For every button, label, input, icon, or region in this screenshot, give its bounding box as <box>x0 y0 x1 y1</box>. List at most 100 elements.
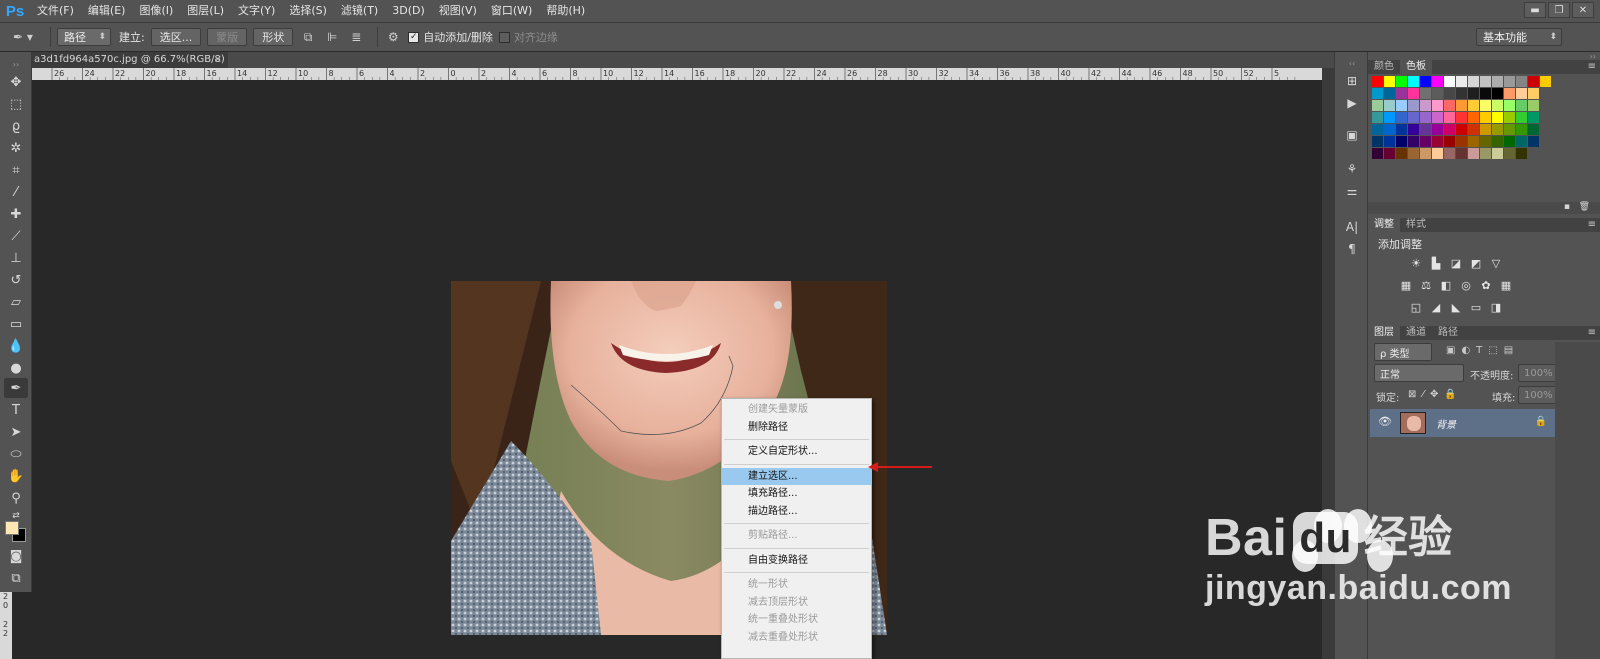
pen-tool-preset-icon[interactable]: ✒ ▾ <box>8 28 38 46</box>
color-swatch[interactable] <box>1384 88 1395 99</box>
color-swatch[interactable] <box>1420 100 1431 111</box>
menu-item-1[interactable]: 编辑(E) <box>81 0 133 22</box>
color-swatch[interactable] <box>1432 112 1443 123</box>
brush-panel-icon[interactable]: ⚘ <box>1341 160 1363 178</box>
color-swatch[interactable] <box>1408 136 1419 147</box>
path-operations-icon[interactable]: ⧉ <box>299 28 317 46</box>
color-swatch[interactable] <box>1444 100 1455 111</box>
tab-styles[interactable]: 样式 <box>1400 218 1432 232</box>
black-white-icon[interactable]: ◧ <box>1438 278 1454 292</box>
screen-mode-icon[interactable]: ⧉ <box>4 568 28 588</box>
context-menu-item[interactable]: 减去顶层形状 <box>722 594 871 612</box>
move-tool-icon[interactable]: ✥ <box>4 72 28 92</box>
color-swatch[interactable] <box>1444 88 1455 99</box>
context-menu-item[interactable]: 创建矢量蒙版 <box>722 401 871 419</box>
color-swatch[interactable] <box>1468 124 1479 135</box>
context-menu-item[interactable]: 建立选区... <box>722 467 871 485</box>
color-swatch[interactable] <box>1444 124 1455 135</box>
gear-icon[interactable]: ⚙ <box>384 28 402 46</box>
color-swatch[interactable] <box>1468 112 1479 123</box>
color-swatch[interactable] <box>1444 136 1455 147</box>
panel-menu-icon[interactable]: ≡ <box>1588 326 1596 340</box>
blend-mode-select[interactable]: 正常 <box>1374 364 1464 382</box>
minimize-button[interactable]: ▬ <box>1524 2 1546 18</box>
eyedropper-tool-icon[interactable]: ⁄ <box>4 182 28 202</box>
color-swatch[interactable] <box>1480 124 1491 135</box>
color-swatch[interactable] <box>1372 88 1383 99</box>
color-swatch[interactable] <box>1396 88 1407 99</box>
color-swatch[interactable] <box>1468 148 1479 159</box>
dodge-tool-icon[interactable]: ● <box>4 358 28 378</box>
context-menu-item[interactable]: 统一形状 <box>722 576 871 594</box>
color-swatch[interactable] <box>1468 76 1479 87</box>
color-swatch[interactable] <box>1432 88 1443 99</box>
document-tab[interactable]: a3d1fd964a570c.jpg @ 66.7%(RGB/8) * × <box>32 52 233 68</box>
color-swatch[interactable] <box>1396 76 1407 87</box>
workspace-select[interactable]: 基本功能 <box>1476 28 1562 46</box>
color-swatch[interactable] <box>1492 100 1503 111</box>
menu-item-5[interactable]: 选择(S) <box>282 0 334 22</box>
color-swatch[interactable] <box>1480 136 1491 147</box>
tab-paths[interactable]: 路径 <box>1432 326 1464 340</box>
color-swatch[interactable] <box>1504 88 1515 99</box>
color-swatch[interactable] <box>1408 76 1419 87</box>
color-swatch[interactable] <box>1444 112 1455 123</box>
color-swatch[interactable] <box>1516 88 1527 99</box>
new-swatch-icon[interactable]: ▪ <box>1564 202 1570 212</box>
color-swatch[interactable] <box>1468 136 1479 147</box>
menu-item-3[interactable]: 图层(L) <box>180 0 231 22</box>
menu-item-7[interactable]: 3D(D) <box>385 0 432 22</box>
color-swatch[interactable] <box>1492 112 1503 123</box>
make-shape-button[interactable]: 形状 <box>253 28 294 46</box>
color-swatch[interactable] <box>1528 112 1539 123</box>
menu-item-2[interactable]: 图像(I) <box>132 0 180 22</box>
context-menu-item[interactable]: 定义自定形状... <box>722 443 871 461</box>
eye-icon[interactable]: 👁 <box>1378 415 1392 428</box>
color-swatch[interactable] <box>1516 124 1527 135</box>
crop-tool-icon[interactable]: ⌗ <box>4 160 28 180</box>
pen-tool-icon[interactable]: ✒ <box>4 378 28 398</box>
trash-icon[interactable]: 🗑 <box>1579 202 1590 212</box>
color-swatch[interactable] <box>1456 100 1467 111</box>
color-swatch[interactable] <box>1372 148 1383 159</box>
color-swatch[interactable] <box>1384 136 1395 147</box>
clone-stamp-tool-icon[interactable]: ⊥ <box>4 248 28 268</box>
brightness-contrast-icon[interactable]: ☀ <box>1408 256 1424 270</box>
color-swatch[interactable] <box>1516 100 1527 111</box>
color-swatch[interactable] <box>1396 148 1407 159</box>
color-swatch[interactable] <box>1384 112 1395 123</box>
color-swatch[interactable] <box>1372 124 1383 135</box>
color-swatch[interactable] <box>1492 76 1503 87</box>
color-swatch[interactable] <box>1540 76 1551 87</box>
color-swatch[interactable] <box>1396 100 1407 111</box>
color-swatch[interactable] <box>1384 100 1395 111</box>
eraser-tool-icon[interactable]: ▱ <box>4 292 28 312</box>
context-menu-item[interactable]: 减去重叠处形状 <box>722 629 871 647</box>
panel-menu-icon[interactable]: ≡ <box>1588 60 1596 74</box>
color-swatch[interactable] <box>1516 136 1527 147</box>
curves-icon[interactable]: ◪ <box>1448 256 1464 270</box>
healing-brush-tool-icon[interactable]: ✚ <box>4 204 28 224</box>
ellipse-tool-icon[interactable]: ⬭ <box>4 444 28 464</box>
color-swatch[interactable] <box>1504 112 1515 123</box>
color-swatch[interactable] <box>1396 136 1407 147</box>
vibrance-icon[interactable]: ▽ <box>1488 256 1504 270</box>
gradient-map-icon[interactable]: ▭ <box>1468 300 1484 314</box>
color-swatch[interactable] <box>1528 88 1539 99</box>
tab-swatches[interactable]: 色板 <box>1400 60 1432 74</box>
history-panel-icon[interactable]: ⊞ <box>1341 72 1363 90</box>
menu-item-4[interactable]: 文字(Y) <box>231 0 282 22</box>
color-swatch[interactable] <box>1504 124 1515 135</box>
hue-saturation-icon[interactable]: ▦ <box>1398 278 1414 292</box>
menu-item-9[interactable]: 窗口(W) <box>484 0 539 22</box>
color-swatch[interactable] <box>1432 124 1443 135</box>
color-swatch[interactable] <box>1480 148 1491 159</box>
color-swatch[interactable] <box>1528 136 1539 147</box>
menu-item-10[interactable]: 帮助(H) <box>539 0 592 22</box>
magic-wand-tool-icon[interactable]: ✲ <box>4 138 28 158</box>
color-swatch[interactable] <box>1516 76 1527 87</box>
color-swatch[interactable] <box>1420 136 1431 147</box>
menu-item-6[interactable]: 滤镜(T) <box>334 0 385 22</box>
color-swatch[interactable] <box>1528 100 1539 111</box>
foreground-color-swatch[interactable] <box>5 521 19 535</box>
